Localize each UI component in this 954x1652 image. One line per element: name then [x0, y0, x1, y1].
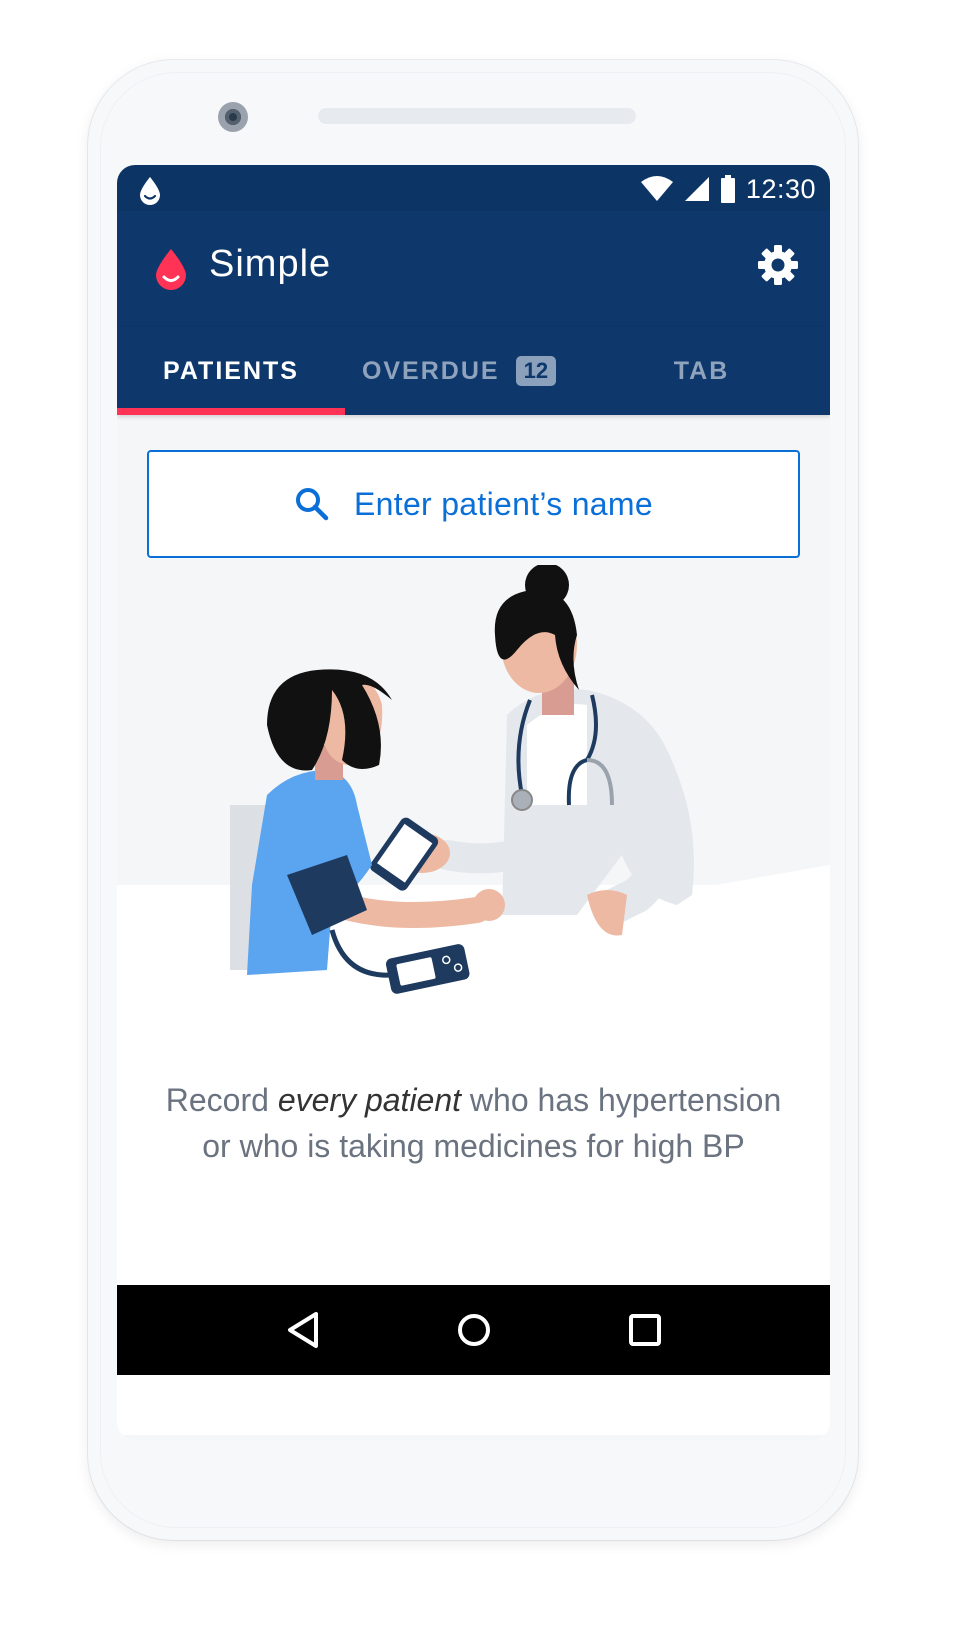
back-icon [287, 1312, 318, 1348]
wifi-icon [640, 176, 673, 201]
signal-icon [684, 177, 709, 201]
active-tab-indicator [117, 408, 345, 415]
tab-overdue[interactable]: OVERDUE 12 [345, 327, 573, 415]
doctor-patient-illustration [117, 565, 830, 1045]
drop-icon [140, 177, 160, 205]
caption-lead: Record [165, 1082, 278, 1118]
overdue-count-badge: 12 [515, 356, 557, 386]
status-bar: 12:30 [117, 165, 830, 211]
blood-drop-logo [156, 249, 186, 290]
tab-third-label: TAB [673, 356, 730, 385]
patient-search-field[interactable]: Enter patient’s name [147, 450, 800, 558]
tab-third[interactable]: TAB [573, 327, 830, 415]
status-icons: 12:30 [640, 169, 816, 209]
app-screen: 12:30 Simple PATIENTS OVERDUE 12 TAB Ent… [117, 165, 830, 1440]
status-time: 12:30 [745, 173, 816, 204]
empty-state-caption: Record every patient who has hypertensio… [157, 1077, 790, 1169]
recents-icon [628, 1314, 661, 1346]
battery-icon [720, 175, 735, 203]
search-icon [296, 488, 329, 521]
home-icon [457, 1314, 490, 1346]
recents-button[interactable] [623, 1308, 667, 1352]
app-title: Simple [209, 243, 332, 285]
tab-overdue-label: OVERDUE [361, 356, 500, 385]
gear-icon[interactable] [756, 243, 800, 287]
tab-bar: PATIENTS OVERDUE 12 TAB [117, 327, 830, 415]
caption-emphasis: every patient [277, 1082, 462, 1118]
search-placeholder: Enter patient’s name [354, 485, 653, 522]
home-button[interactable] [452, 1308, 496, 1352]
tab-patients[interactable]: PATIENTS [117, 327, 345, 415]
earpiece-speaker [318, 108, 636, 124]
system-nav-bar [117, 1285, 830, 1375]
back-button[interactable] [281, 1308, 325, 1352]
tab-patients-label: PATIENTS [163, 356, 299, 385]
app-bar: Simple [117, 211, 830, 327]
front-camera [218, 102, 248, 132]
